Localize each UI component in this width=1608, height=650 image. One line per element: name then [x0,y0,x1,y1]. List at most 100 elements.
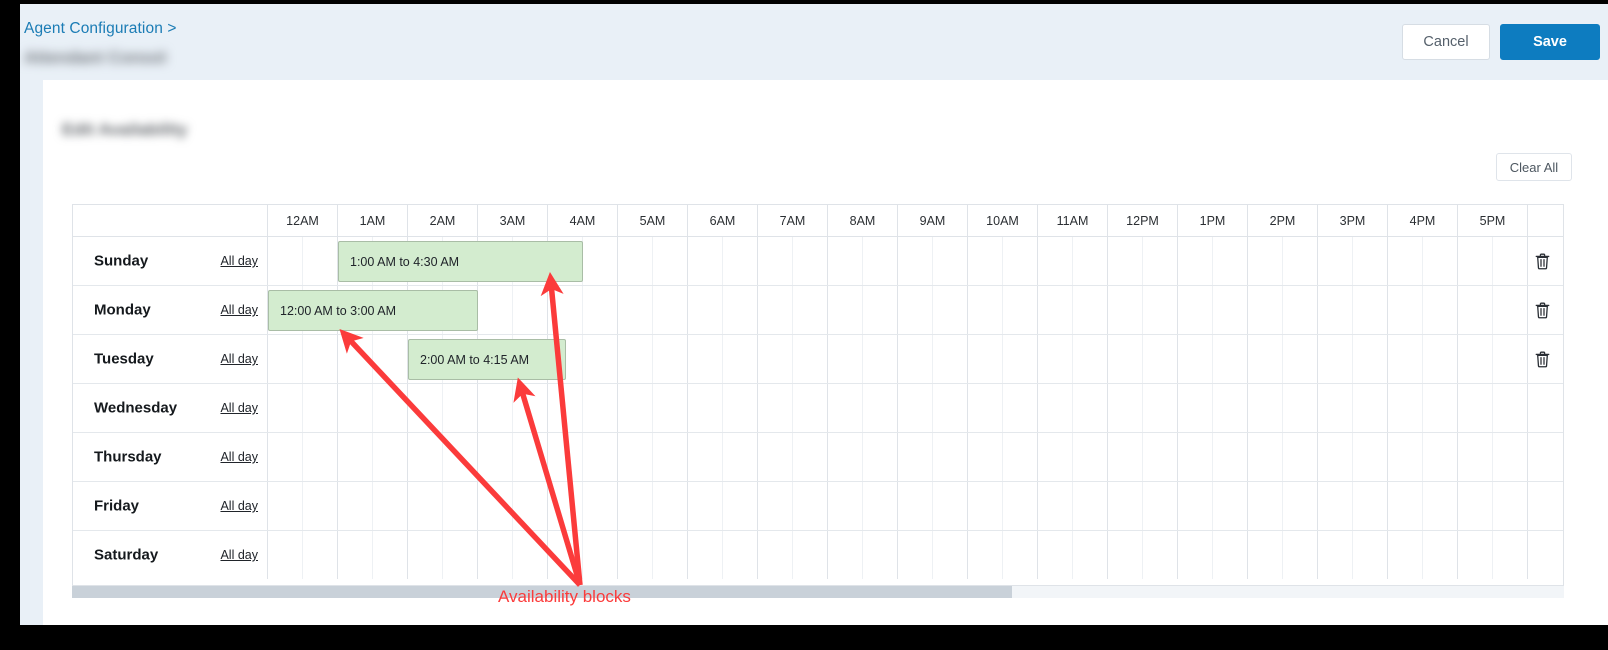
schedule-slot[interactable] [898,384,968,432]
schedule-slot[interactable] [1248,237,1318,285]
schedule-slot[interactable] [828,286,898,334]
schedule-slot[interactable] [688,384,758,432]
schedule-slot[interactable] [338,335,408,383]
schedule-slot[interactable] [1178,237,1248,285]
schedule-slot[interactable] [618,531,688,579]
schedule-slot[interactable] [1318,384,1388,432]
all-day-link[interactable]: All day [220,401,258,415]
schedule-slot[interactable] [1038,482,1108,530]
availability-block[interactable]: 1:00 AM to 4:30 AM [338,241,583,282]
schedule-slot[interactable] [898,433,968,481]
schedule-slot[interactable] [828,531,898,579]
schedule-slot[interactable] [758,482,828,530]
schedule-slot[interactable] [968,482,1038,530]
schedule-slot[interactable] [1458,335,1528,383]
schedule-slot[interactable] [1108,433,1178,481]
schedule-slot[interactable] [1388,335,1458,383]
availability-block[interactable]: 2:00 AM to 4:15 AM [408,339,566,380]
all-day-link[interactable]: All day [220,499,258,513]
schedule-slot[interactable] [618,286,688,334]
schedule-slot[interactable] [1458,237,1528,285]
schedule-slot[interactable] [688,335,758,383]
schedule-slot[interactable] [828,335,898,383]
schedule-slot[interactable] [1108,335,1178,383]
schedule-slot[interactable] [968,286,1038,334]
schedule-slot[interactable] [1178,384,1248,432]
schedule-slot[interactable] [1248,482,1318,530]
horizontal-scrollbar-track[interactable] [72,586,1564,598]
schedule-slot[interactable] [618,237,688,285]
schedule-slot[interactable] [548,286,618,334]
schedule-slot[interactable] [1108,384,1178,432]
all-day-link[interactable]: All day [220,548,258,562]
schedule-slot[interactable] [758,531,828,579]
schedule-slot[interactable] [1458,433,1528,481]
schedule-slot[interactable] [1038,237,1108,285]
schedule-slot[interactable] [1388,384,1458,432]
schedule-slot[interactable] [828,433,898,481]
schedule-slot[interactable] [1178,482,1248,530]
schedule-slot[interactable] [1248,433,1318,481]
schedule-slot[interactable] [548,531,618,579]
schedule-slot[interactable] [268,482,338,530]
schedule-slot[interactable] [338,482,408,530]
schedule-slot[interactable] [618,384,688,432]
schedule-slot[interactable] [898,286,968,334]
availability-block[interactable]: 12:00 AM to 3:00 AM [268,290,478,331]
schedule-slot[interactable] [408,384,478,432]
schedule-slot[interactable] [898,237,968,285]
schedule-slot[interactable] [268,237,338,285]
schedule-slot[interactable] [898,531,968,579]
schedule-slot[interactable] [688,237,758,285]
schedule-slot[interactable] [1108,482,1178,530]
schedule-slot[interactable] [268,433,338,481]
all-day-link[interactable]: All day [220,352,258,366]
schedule-slot[interactable] [758,237,828,285]
trash-icon[interactable] [1531,250,1553,272]
schedule-slot[interactable] [1388,286,1458,334]
schedule-slot[interactable] [478,482,548,530]
schedule-slot[interactable] [898,482,968,530]
schedule-slot[interactable] [1318,531,1388,579]
schedule-slot[interactable] [618,335,688,383]
schedule-slot[interactable] [968,433,1038,481]
clear-all-button[interactable]: Clear All [1496,153,1572,181]
schedule-slot[interactable] [1108,286,1178,334]
schedule-slot[interactable] [758,433,828,481]
schedule-slot[interactable] [968,237,1038,285]
schedule-slot[interactable] [268,531,338,579]
schedule-slot[interactable] [338,433,408,481]
schedule-slot[interactable] [1248,335,1318,383]
schedule-slot[interactable] [338,531,408,579]
schedule-slot[interactable] [1038,286,1108,334]
schedule-slot[interactable] [478,531,548,579]
schedule-slot[interactable] [1318,335,1388,383]
schedule-slot[interactable] [268,384,338,432]
schedule-slot[interactable] [618,433,688,481]
all-day-link[interactable]: All day [220,450,258,464]
schedule-slot[interactable] [828,482,898,530]
schedule-slot[interactable] [828,237,898,285]
schedule-slot[interactable] [1458,531,1528,579]
schedule-slot[interactable] [338,384,408,432]
schedule-slot[interactable] [828,384,898,432]
schedule-slot[interactable] [968,384,1038,432]
save-button[interactable]: Save [1500,24,1600,60]
schedule-slot[interactable] [758,286,828,334]
schedule-slot[interactable] [688,286,758,334]
schedule-slot[interactable] [1248,286,1318,334]
schedule-slot[interactable] [1038,335,1108,383]
schedule-slot[interactable] [618,482,688,530]
schedule-slot[interactable] [1318,286,1388,334]
trash-icon[interactable] [1531,348,1553,370]
schedule-slot[interactable] [1388,531,1458,579]
schedule-slot[interactable] [688,482,758,530]
schedule-slot[interactable] [1038,384,1108,432]
schedule-slot[interactable] [478,384,548,432]
schedule-slot[interactable] [408,531,478,579]
schedule-slot[interactable] [1178,335,1248,383]
schedule-slot[interactable] [688,433,758,481]
schedule-slot[interactable] [758,384,828,432]
schedule-slot[interactable] [1178,433,1248,481]
schedule-slot[interactable] [1178,531,1248,579]
